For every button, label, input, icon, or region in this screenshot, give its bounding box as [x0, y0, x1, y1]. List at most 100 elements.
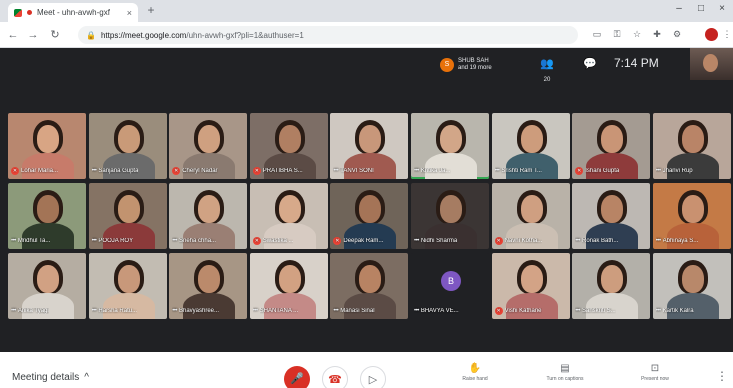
participant-name: SHANTANA ...: [259, 308, 299, 314]
speaking-dots-icon: •••: [11, 308, 16, 314]
speaking-dots-icon: •••: [414, 308, 419, 314]
participant-label: ✕ Vishi Kathane: [494, 306, 568, 316]
participant-tile[interactable]: ••• Mridhul Ta...: [8, 183, 86, 249]
mic-muted-icon: ✕: [172, 167, 181, 175]
participant-tile[interactable]: B ••• BHAVYA VE...: [411, 253, 489, 319]
settings-icon[interactable]: ⚙: [672, 29, 682, 39]
people-count: 20: [543, 77, 551, 83]
meeting-details-label: Meeting details: [12, 372, 80, 383]
participant-tile[interactable]: ✕ Swastika ...: [249, 183, 328, 249]
forward-button[interactable]: →: [26, 28, 40, 42]
close-window-button[interactable]: ×: [715, 3, 729, 14]
participant-initial-avatar: B: [441, 271, 461, 291]
participant-face: [37, 265, 59, 293]
participant-label: ••• Ronak Bath...: [575, 236, 648, 246]
participant-tile[interactable]: ✕ Lohar Maria...: [8, 113, 86, 179]
participant-name: Abhinaya S...: [662, 238, 699, 244]
more-options-icon[interactable]: ⋮: [716, 369, 728, 383]
participant-face: [117, 125, 140, 153]
raise-hand-button[interactable]: ✋ Raise hand: [445, 362, 505, 382]
participant-label: ••• Manasi Sinal: [333, 306, 406, 316]
star-icon[interactable]: ☆: [632, 29, 642, 39]
participant-tile[interactable]: ✕ Deepak Ram...: [330, 183, 409, 249]
url-path: /uhn-avwh-gxf?pli=1&authuser=1: [186, 30, 304, 40]
participant-face: [601, 125, 624, 153]
participant-label: ✕ Navni Kotha...: [494, 236, 568, 246]
camera-permission-icon[interactable]: ▭: [592, 29, 602, 39]
call-end-icon[interactable]: ☎: [322, 366, 348, 388]
chat-icon[interactable]: 💬: [580, 56, 600, 72]
new-tab-button[interactable]: +: [144, 4, 158, 18]
people-icon[interactable]: 👥20: [537, 56, 557, 83]
camera-icon[interactable]: ▷: [360, 366, 386, 388]
participant-name: PRATIBHA S...: [262, 168, 303, 174]
speaking-dots-icon: •••: [575, 308, 580, 314]
participant-tile[interactable]: ••• Harsha Ratu...: [88, 253, 167, 319]
participant-label: ••• Sneha chha...: [172, 236, 245, 246]
presenter-indicator[interactable]: S SHUB SAH and 19 more: [440, 56, 514, 74]
participant-tile[interactable]: ✕ Vishi Kathane: [491, 253, 570, 319]
participant-tile[interactable]: ••• Bhavyashree...: [169, 253, 248, 319]
participant-tile[interactable]: ••• Nidhi Sharma: [411, 183, 489, 249]
participant-name: Vishi Kathane: [504, 308, 542, 314]
speaking-dots-icon: •••: [172, 238, 177, 244]
participant-tile[interactable]: ••• Anika Tyagi: [8, 253, 86, 319]
participant-tile[interactable]: ••• Sanjana Gupta: [88, 113, 167, 179]
participant-tile[interactable]: ••• Kartik Kalra: [652, 253, 731, 319]
mic-off-icon[interactable]: 🎤: [284, 366, 310, 388]
url-input[interactable]: 🔒 https://meet.google.com/uhn-avwh-gxf?p…: [78, 26, 578, 44]
participant-tile[interactable]: ••• Sanskriti S...: [572, 253, 651, 319]
participant-tile[interactable]: ••• Srishti Ram T...: [491, 113, 570, 179]
speaking-dots-icon: •••: [91, 168, 97, 174]
participant-tile[interactable]: ••• Sneha chha...: [169, 183, 248, 249]
participant-face: [681, 265, 704, 293]
self-view-tile[interactable]: [690, 48, 733, 80]
extension-icon[interactable]: ✚: [652, 29, 662, 39]
participant-face: [601, 265, 624, 293]
reload-button[interactable]: ↻: [48, 28, 62, 42]
participant-label: ••• Mridhul Ta...: [11, 236, 84, 246]
participant-tile[interactable]: ✕ PRATIBHA S...: [249, 113, 328, 179]
participant-name: Bhavyashree...: [179, 308, 220, 314]
present-now-button[interactable]: ⊡ Present now: [625, 362, 685, 382]
back-button[interactable]: ←: [6, 28, 20, 42]
participant-face: [37, 125, 59, 153]
participant-face: [198, 265, 221, 293]
participant-tile[interactable]: ✕ Navni Kotha...: [491, 183, 570, 249]
participant-face: [117, 265, 140, 293]
meeting-details-button[interactable]: Meeting details ^: [12, 372, 89, 383]
participant-tile[interactable]: ••• POOJA ROY: [88, 183, 167, 249]
presenter-avatar: S: [440, 58, 454, 72]
participant-face: [359, 125, 382, 153]
tab-close-icon[interactable]: ×: [127, 8, 132, 18]
participant-face: [278, 265, 301, 293]
captions-button[interactable]: ▤ Turn on captions: [535, 362, 595, 382]
participant-tile[interactable]: ••• TANVI SONI: [330, 113, 409, 179]
participant-label: ✕ Swastika ...: [252, 236, 326, 246]
participant-name: TANVI SONI: [340, 168, 374, 174]
speaking-dots-icon: •••: [91, 238, 97, 244]
participant-name: Kartik Kalra: [662, 308, 694, 314]
participant-tile[interactable]: ✕ Cheryl Nadar: [169, 113, 248, 179]
minimize-button[interactable]: –: [672, 3, 686, 14]
participant-name: Srishti Ram T...: [501, 168, 542, 174]
maximize-button[interactable]: □: [694, 3, 708, 14]
participant-tile[interactable]: ••• Manasi Sinal: [330, 253, 409, 319]
browser-tab[interactable]: Meet - uhn-avwh-gxf ×: [8, 3, 138, 22]
participant-tile[interactable]: ••• Kritika Ja...: [411, 113, 489, 179]
participant-name: Kritika Ja...: [420, 168, 451, 174]
participant-tile[interactable]: ••• Abhinaya S...: [652, 183, 731, 249]
participant-tile[interactable]: ••• Ronak Bath...: [572, 183, 651, 249]
participant-label: ••• Bhavyashree...: [172, 306, 245, 316]
participant-tile[interactable]: ••• SHANTANA ...: [249, 253, 328, 319]
participant-name: Jhanvi Rup: [662, 168, 693, 174]
speaking-dots-icon: •••: [655, 238, 661, 244]
participant-label: ••• SHANTANA ...: [253, 306, 326, 316]
participant-tile[interactable]: ✕ Ishani Gupta: [572, 113, 651, 179]
mic-muted-icon: ✕: [494, 307, 503, 315]
profile-avatar[interactable]: [705, 28, 718, 41]
participant-tile[interactable]: ••• Jhanvi Rup: [652, 113, 731, 179]
browser-menu-icon[interactable]: ⋮: [722, 29, 732, 39]
key-icon[interactable]: ⚿: [612, 29, 622, 39]
speaking-dots-icon: •••: [414, 168, 419, 174]
